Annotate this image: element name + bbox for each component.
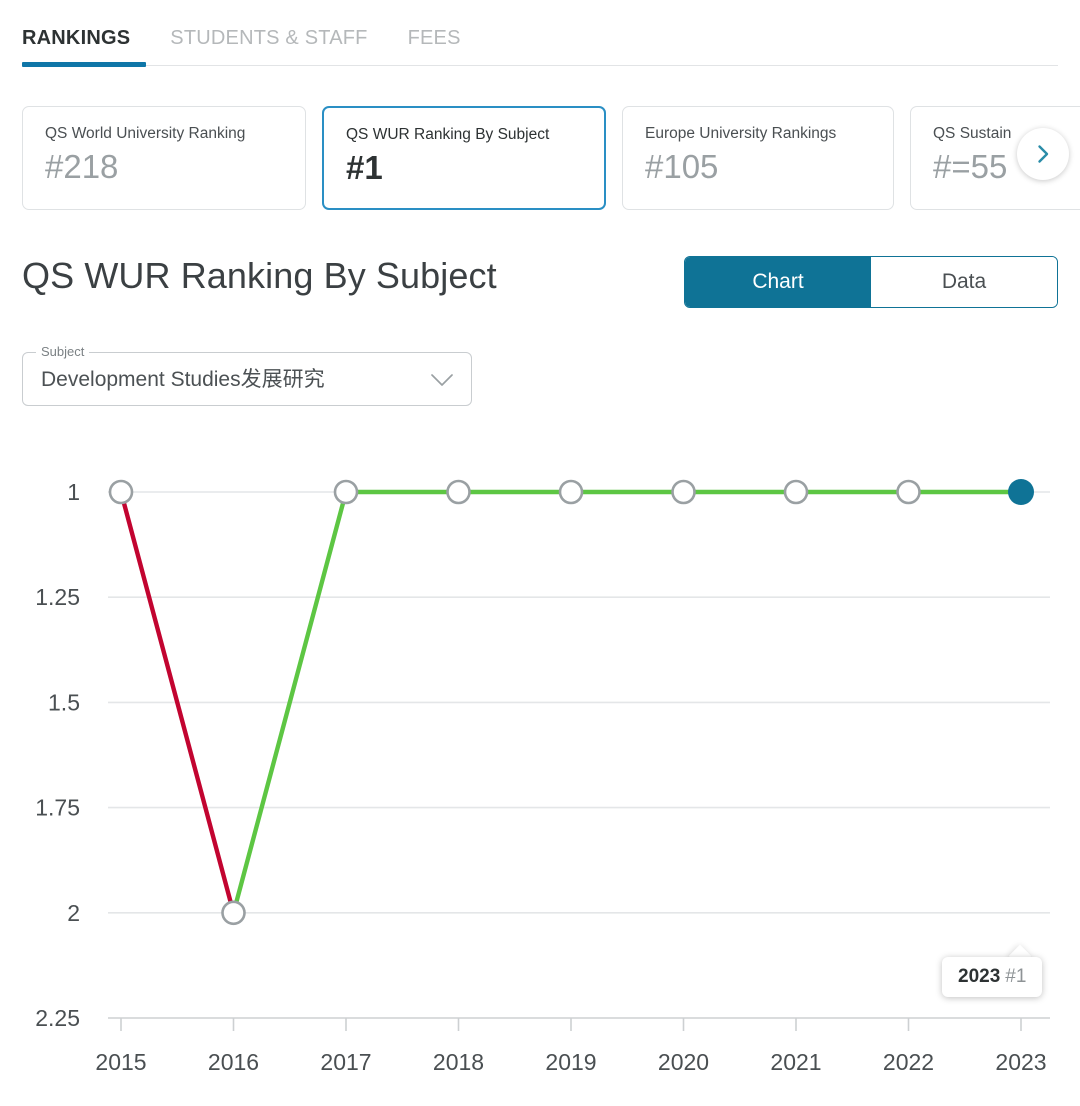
tooltip-year: 2023 <box>958 966 1001 987</box>
x-axis-tick-label: 2023 <box>995 1049 1046 1075</box>
chevron-right-icon <box>1032 143 1054 165</box>
tab-rankings[interactable]: RANKINGS <box>22 26 130 64</box>
ranking-card-qs-world-university-ranking[interactable]: QS World University Ranking #218 <box>22 106 306 210</box>
x-axis-tick-label: 2020 <box>658 1049 709 1075</box>
ranking-card-qs-wur-ranking-by-subject[interactable]: QS WUR Ranking By Subject #1 <box>322 106 606 210</box>
chart-point[interactable] <box>896 479 921 505</box>
x-axis-tick-label: 2021 <box>770 1049 821 1075</box>
active-tab-indicator <box>22 62 146 67</box>
y-axis-tick-label: 1.5 <box>48 689 80 715</box>
tab-students-and-staff[interactable]: STUDENTS & STAFF <box>170 26 367 64</box>
ranking-card-europe-university-rankings[interactable]: Europe University Rankings #105 <box>622 106 894 210</box>
ranking-cards-carousel: QS World University Ranking #218 QS WUR … <box>0 106 1080 210</box>
y-axis-tick-label: 1.75 <box>35 795 80 821</box>
tab-chart-view[interactable]: Chart <box>685 257 871 307</box>
chart-point[interactable] <box>671 479 696 505</box>
x-axis-tick-label: 2015 <box>95 1049 146 1075</box>
ranking-card-value: #218 <box>45 148 119 185</box>
ranking-profile-page: RANKINGS STUDENTS & STAFF FEES QS World … <box>0 0 1080 1106</box>
subject-select-label: Subject <box>36 344 90 360</box>
ranking-history-chart: 1 1.25 1.5 1.75 2 2.25 2015 2016 2017 2018 2019 202… <box>0 440 1080 1106</box>
view-mode-toggle: Chart Data <box>684 256 1058 308</box>
chart-point[interactable] <box>221 900 246 926</box>
chart-point[interactable] <box>333 479 359 505</box>
chart-tooltip: 2023 #1 <box>942 957 1043 997</box>
y-axis-tick-label: 1 <box>67 479 80 505</box>
tooltip-rank: #1 <box>1005 966 1027 987</box>
y-axis-tick-label: 2 <box>67 900 80 926</box>
ranking-card-title: QS World University Ranking <box>45 125 246 142</box>
tab-data-view[interactable]: Data <box>871 257 1057 307</box>
x-axis-tick-label: 2017 <box>320 1049 371 1075</box>
section-tabs: RANKINGS STUDENTS & STAFF FEES <box>0 0 1060 70</box>
carousel-next-button[interactable] <box>1017 128 1069 180</box>
y-axis-tick-label: 1.25 <box>35 584 80 610</box>
chart-point[interactable] <box>783 479 809 505</box>
x-axis-tick-label: 2022 <box>883 1049 934 1075</box>
page-title: QS WUR Ranking By Subject <box>22 255 497 296</box>
subject-select-value: Development Studies发展研究 <box>41 368 325 391</box>
chart-point-selected[interactable] <box>1008 479 1034 505</box>
x-axis-tick-label: 2019 <box>545 1049 596 1075</box>
tab-fees[interactable]: FEES <box>408 26 461 64</box>
ranking-card-title: Europe University Rankings <box>645 125 837 142</box>
chart-point[interactable] <box>558 479 584 505</box>
ranking-card-title: QS WUR Ranking By Subject <box>346 126 550 143</box>
ranking-card-value: #1 <box>346 149 383 186</box>
ranking-card-value: #105 <box>645 148 719 185</box>
chart-point[interactable] <box>108 479 134 505</box>
chart-point[interactable] <box>446 479 471 505</box>
subject-select[interactable]: Subject Development Studies发展研究 <box>22 344 472 406</box>
chart-canvas: 1 1.25 1.5 1.75 2 2.25 2015 2016 2017 2018 2019 202… <box>35 479 1050 1075</box>
tabs-divider <box>22 65 1058 66</box>
chevron-down-icon <box>429 371 455 394</box>
x-axis-tick-label: 2016 <box>208 1049 259 1075</box>
y-axis-tick-label: 2.25 <box>35 1005 80 1031</box>
x-axis-tick-label: 2018 <box>433 1049 484 1075</box>
